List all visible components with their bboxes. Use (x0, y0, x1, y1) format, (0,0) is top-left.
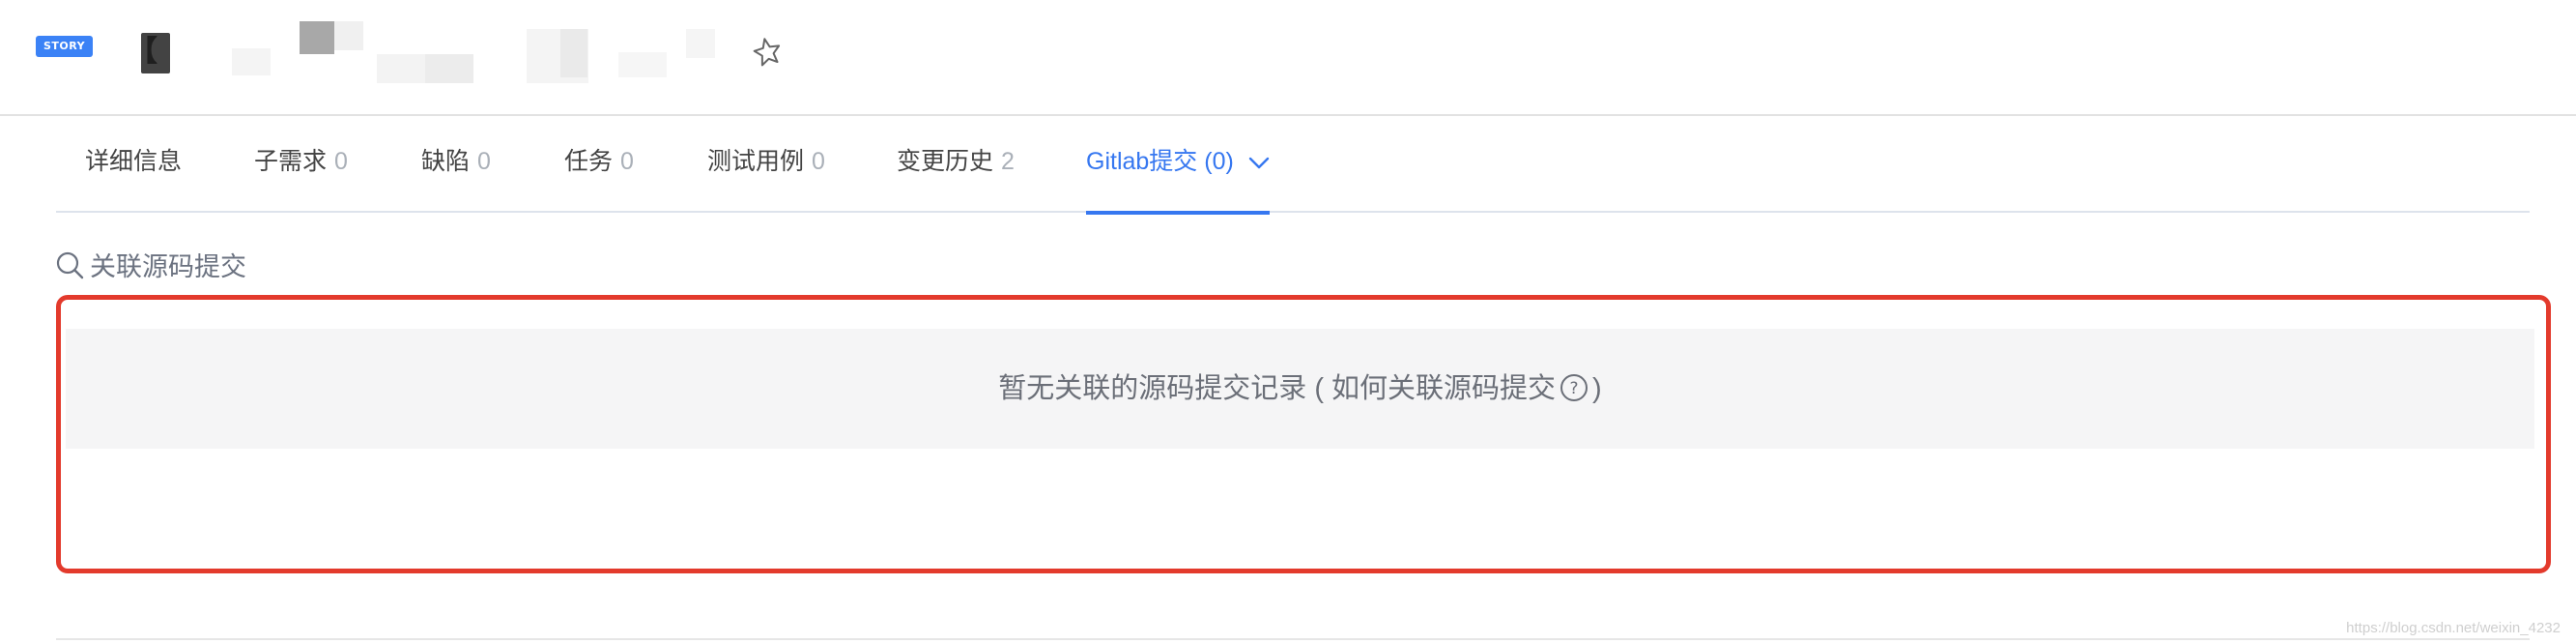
tab-details[interactable]: 详细信息 (85, 116, 182, 213)
watermark: https://blog.csdn.net/weixin_4232 (2346, 620, 2561, 636)
redacted-title-block (232, 48, 271, 75)
empty-state-message: 暂无关联的源码提交记录 ( 如何关联源码提交?) (998, 371, 1601, 411)
link-source-commit-label: 关联源码提交 (90, 252, 246, 281)
story-header: STORY 【 (0, 0, 2576, 116)
tab-label: 变更历史 (897, 148, 994, 175)
highlight-frame: 暂无关联的源码提交记录 ( 如何关联源码提交?) (56, 295, 2551, 573)
redacted-title-block (300, 21, 334, 54)
empty-state-text: 暂无关联的源码提交记录 ( 如何关联源码提交 (998, 373, 1557, 404)
link-source-commit-button[interactable]: 关联源码提交 (55, 249, 246, 284)
star-icon[interactable] (753, 35, 782, 70)
tab-defects[interactable]: 缺陷 0 (421, 116, 491, 213)
tab-label: Gitlab提交 (0) (1086, 148, 1234, 175)
story-badge: STORY (36, 36, 94, 57)
tab-gitlab-commits[interactable]: Gitlab提交 (0) (1086, 116, 1270, 215)
tab-test-cases[interactable]: 测试用例 0 (707, 116, 825, 213)
tab-label: 测试用例 (707, 148, 805, 175)
redacted-title-block (425, 54, 473, 83)
tab-count: 0 (812, 148, 825, 175)
tab-label: 缺陷 (421, 148, 471, 175)
tab-change-history[interactable]: 变更历史 2 (897, 116, 1015, 213)
tab-count: 2 (1001, 148, 1015, 175)
redacted-title-block (334, 21, 363, 50)
redacted-title-block (141, 33, 170, 73)
tab-bar: 详细信息 子需求 0 缺陷 0 任务 0 测试用例 0 变更历史 2 Gitlab提交 (… (56, 116, 2530, 215)
chevron-down-icon[interactable] (1248, 117, 1270, 208)
divider (56, 638, 2530, 640)
tab-count: 0 (334, 148, 348, 175)
tab-label: 子需求 (254, 148, 328, 175)
tab-sub-requirements[interactable]: 子需求 0 (254, 116, 348, 213)
empty-state-close-paren: ) (1592, 373, 1602, 404)
redacted-title-block (618, 52, 667, 77)
tab-count: 0 (477, 148, 491, 175)
empty-state: 暂无关联的源码提交记录 ( 如何关联源码提交?) (66, 329, 2534, 449)
redacted-title-block (560, 29, 587, 77)
tab-tasks[interactable]: 任务 0 (564, 116, 634, 213)
search-icon (55, 250, 84, 284)
tab-label: 详细信息 (85, 148, 183, 175)
svg-text:?: ? (1570, 379, 1579, 398)
tab-label: 任务 (564, 148, 614, 175)
redacted-title-block (686, 29, 715, 58)
question-circle-icon[interactable]: ? (1560, 373, 1589, 411)
tab-count: 0 (620, 148, 634, 175)
